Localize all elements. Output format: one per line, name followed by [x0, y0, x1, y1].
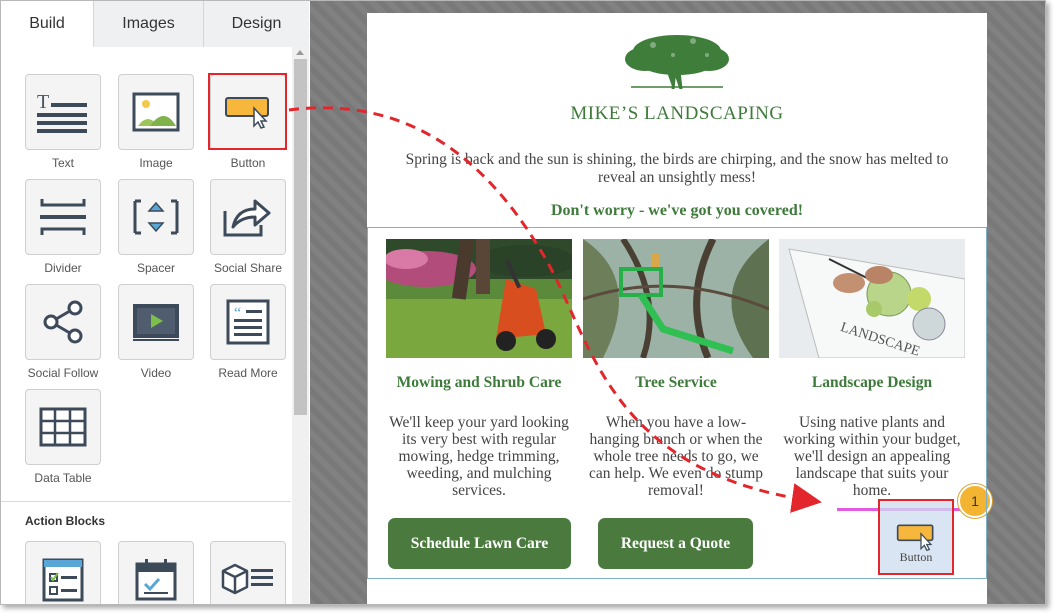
divider-icon [40, 199, 86, 235]
block-product[interactable] [210, 541, 286, 604]
block-video[interactable]: Video [118, 284, 194, 380]
drag-label: Button [899, 550, 933, 564]
section-divider [367, 227, 987, 228]
column-title: Mowing and Shrub Care [396, 374, 562, 391]
block-label: Spacer [136, 261, 176, 275]
read-more-icon: “ [226, 299, 270, 345]
column-title: Tree Service [635, 374, 717, 391]
block-social-share[interactable]: Social Share [210, 179, 286, 275]
svg-text:T: T [37, 91, 49, 113]
block-read-more[interactable]: “ Read More [210, 284, 286, 380]
block-social-follow-tile[interactable] [25, 284, 101, 360]
block-event[interactable] [118, 541, 194, 604]
tagline: Don't worry - we've got you covered! [550, 202, 804, 219]
spacer-icon [133, 199, 179, 235]
app-window: Build Images Design T Text Image Button … [0, 0, 1046, 605]
column-text: Using native plants and working within y… [783, 414, 961, 499]
block-spacer[interactable]: Spacer [118, 179, 194, 275]
tree-service-photo [583, 239, 769, 358]
block-image-tile[interactable] [118, 74, 194, 150]
column-text: We'll keep your yard looking its very be… [389, 414, 569, 499]
service-column-mowing: Mowing and Shrub Care We'll keep your ya… [386, 239, 572, 499]
block-image[interactable]: Image [118, 74, 194, 170]
block-survey[interactable] [25, 541, 101, 604]
block-label: Data Table [34, 471, 92, 485]
service-column-design: LANDSCAPE Landscape Design Using native … [779, 239, 965, 499]
block-video-tile[interactable] [118, 284, 194, 360]
block-event-tile[interactable] [118, 541, 194, 604]
block-social-follow[interactable]: Social Follow [25, 284, 101, 380]
block-label: Social Follow [27, 366, 99, 380]
tab-design[interactable]: Design [204, 1, 309, 47]
block-divider-tile[interactable] [25, 179, 101, 255]
mowing-photo [386, 239, 572, 358]
block-label: Divider [44, 261, 82, 275]
block-label: Image [139, 156, 173, 170]
image-icon [132, 92, 180, 132]
tab-images[interactable]: Images [94, 1, 204, 47]
editor-canvas: MIKE’S LANDSCAPING Spring is back and th… [310, 1, 1045, 604]
block-label: Read More [218, 366, 278, 380]
column-text: When you have a low-hanging branch or wh… [588, 414, 764, 499]
block-divider[interactable]: Divider [25, 179, 101, 275]
block-data-table-tile[interactable] [25, 389, 101, 465]
landscape-design-photo: LANDSCAPE [779, 239, 965, 358]
schedule-lawn-care-button[interactable]: Schedule Lawn Care [388, 518, 571, 569]
panel-scrollbar[interactable] [292, 47, 309, 604]
intro-text: Spring is back and the sun is shining, t… [405, 151, 949, 186]
video-icon [133, 304, 179, 341]
product-icon [221, 563, 273, 595]
data-table-icon [39, 407, 87, 447]
section-divider-bottom [367, 578, 987, 579]
button-block-highlight [208, 73, 287, 150]
block-text-tile[interactable]: T [25, 74, 101, 150]
block-label: Video [140, 366, 172, 380]
scroll-up-icon[interactable] [296, 50, 304, 55]
block-label: Text [51, 156, 74, 170]
email-body: MIKE’S LANDSCAPING Spring is back and th… [367, 13, 992, 604]
block-social-share-tile[interactable] [210, 179, 286, 255]
panel-tabs: Build Images Design [1, 1, 309, 47]
button-icon [896, 524, 934, 552]
block-spacer-tile[interactable] [118, 179, 194, 255]
request-quote-button[interactable]: Request a Quote [598, 518, 753, 569]
block-label: Social Share [213, 261, 283, 275]
action-blocks-heading: Action Blocks [1, 501, 291, 528]
block-read-more-tile[interactable]: “ [210, 284, 286, 360]
block-data-table[interactable]: Data Table [25, 389, 101, 485]
block-product-tile[interactable] [210, 541, 286, 604]
social-share-icon [223, 199, 271, 237]
block-survey-tile[interactable] [25, 541, 101, 604]
social-follow-icon [43, 300, 83, 344]
block-label: Button [230, 156, 266, 170]
tab-build[interactable]: Build [1, 1, 94, 47]
section-border-left [367, 228, 368, 578]
section-border-right [986, 228, 987, 578]
survey-icon [42, 558, 84, 602]
block-text[interactable]: T Text [25, 74, 101, 170]
text-icon: T [37, 91, 87, 133]
calendar-icon [135, 559, 177, 601]
tree-logo-icon [625, 35, 729, 89]
service-column-tree: Tree Service When you have a low-hanging… [583, 239, 769, 499]
brand-name: MIKE’S LANDSCAPING [570, 103, 784, 124]
column-title: Landscape Design [811, 374, 933, 391]
scrollbar-thumb[interactable] [294, 59, 307, 415]
